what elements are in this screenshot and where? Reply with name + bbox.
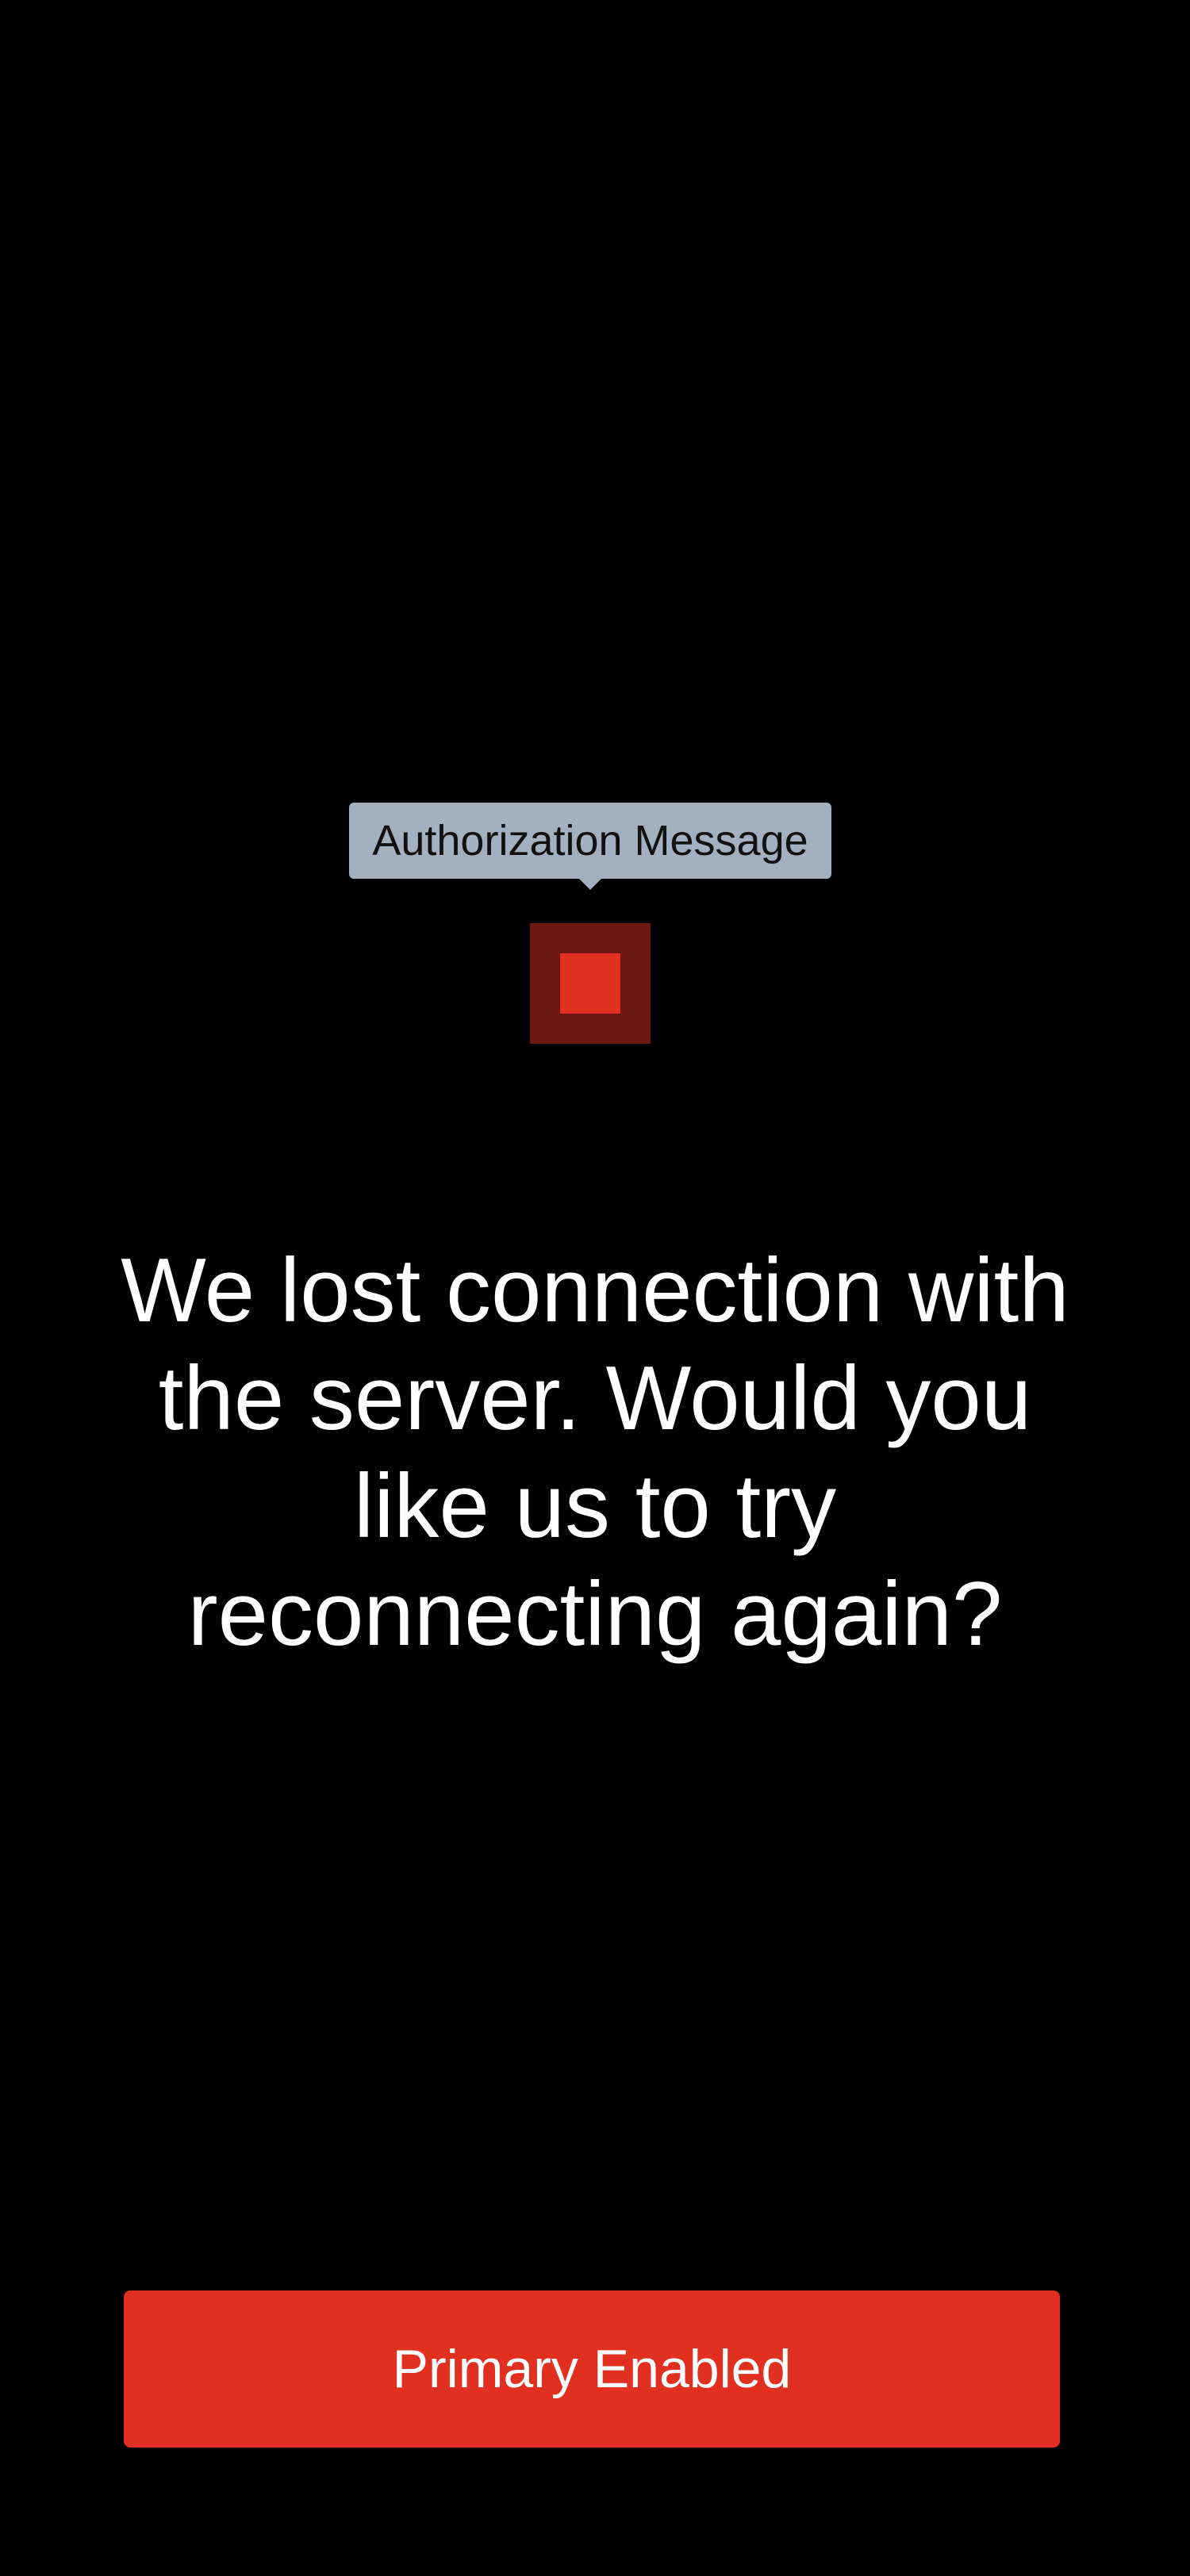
error-square-icon [530, 923, 651, 1044]
primary-button-label: Primary Enabled [392, 2339, 792, 2399]
error-square-inner [560, 953, 620, 1014]
connection-lost-message: We lost connection with the server. Woul… [121, 1240, 1069, 1665]
primary-button[interactable]: Primary Enabled [124, 2290, 1060, 2448]
tooltip-arrow [579, 879, 601, 890]
screen: Authorization Message We lost connection… [0, 0, 1190, 2576]
authorization-tooltip: Authorization Message [349, 803, 831, 890]
tooltip-text: Authorization Message [372, 817, 808, 864]
